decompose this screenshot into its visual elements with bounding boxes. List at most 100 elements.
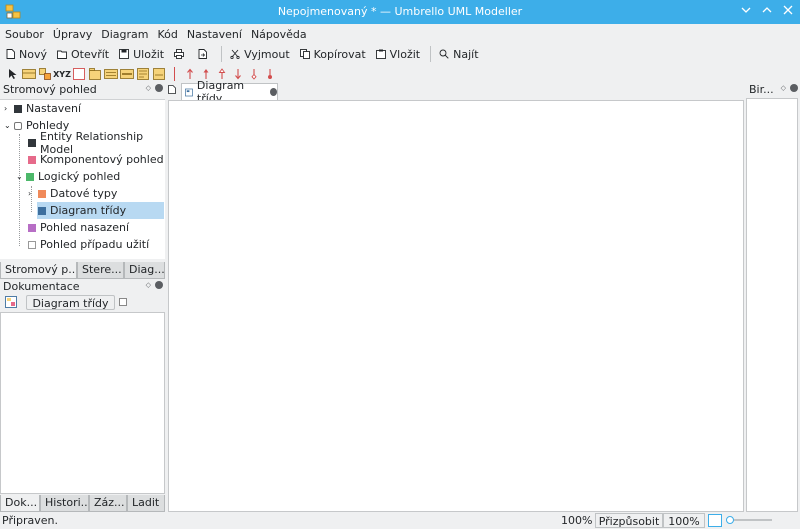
class-icon xyxy=(22,69,36,79)
tab-list-icon[interactable] xyxy=(168,84,178,98)
class-diagram-icon xyxy=(38,206,46,215)
menu-settings[interactable]: Nastavení xyxy=(186,24,247,44)
node-tool-button[interactable] xyxy=(135,66,151,82)
open-button[interactable]: Otevřít xyxy=(57,48,109,61)
diagram-toolbar: XYZ xyxy=(0,65,800,83)
copy-label: Kopírovat xyxy=(313,47,366,61)
find-button[interactable]: Najít xyxy=(439,47,479,61)
enum-tool-button[interactable] xyxy=(71,66,87,82)
tree-item-label: Komponentový pohled xyxy=(40,153,164,166)
cut-button[interactable]: Vyjmout xyxy=(230,48,290,61)
fit-button[interactable]: Přizpůsobit xyxy=(595,513,663,528)
zoom-slider-handle[interactable] xyxy=(726,516,734,524)
tree-item-settings[interactable]: › Nastavení xyxy=(4,100,164,117)
entity-tool-button[interactable] xyxy=(151,66,167,82)
doc-diagram-icon xyxy=(5,296,17,311)
window-title: Nepojmenovaný * — Umbrello UML Modeller xyxy=(277,5,523,18)
tab-documentation[interactable]: Dok... xyxy=(0,495,40,512)
package-tool-button[interactable] xyxy=(87,66,103,82)
new-button[interactable]: Nový xyxy=(6,48,47,61)
close-icon xyxy=(783,5,793,15)
select-tool-button[interactable] xyxy=(5,66,21,82)
float-panel-icon[interactable]: ◇ xyxy=(146,84,151,92)
bird-view-panel[interactable] xyxy=(746,98,798,512)
close-panel-icon[interactable] xyxy=(155,84,163,92)
tree-item-label: Datové typy xyxy=(50,187,118,200)
tab-log[interactable]: Záz... xyxy=(89,495,127,512)
save-button[interactable]: Uložit xyxy=(119,48,164,61)
tab-class-diagram[interactable]: Diagram třídy xyxy=(181,79,278,105)
toolbar-separator xyxy=(430,46,432,62)
class-tool-button[interactable] xyxy=(21,66,37,82)
doc-panel-header: Dokumentace ◇ xyxy=(0,280,165,296)
diagram-toolbar-separator xyxy=(174,67,175,81)
maximize-button[interactable] xyxy=(758,3,776,21)
association-tool-button[interactable] xyxy=(182,66,198,82)
tree-panel-tabs: Stromový p... Stere... Diag... xyxy=(0,262,165,279)
minimize-button[interactable] xyxy=(737,3,755,21)
enum-icon xyxy=(73,68,85,80)
float-panel-icon[interactable]: ◇ xyxy=(146,281,151,289)
paste-icon xyxy=(375,49,386,59)
collapse-arrow-icon[interactable]: ⌄ xyxy=(16,172,24,181)
menu-code[interactable]: Kód xyxy=(156,24,182,44)
paste-button[interactable]: Vložit xyxy=(375,48,420,61)
tree-item-deployment-view[interactable]: Pohled nasazení xyxy=(28,219,164,236)
tab-diagrams[interactable]: Diag... xyxy=(124,262,165,279)
tree-item-logical-view[interactable]: ⌄ Logický pohled xyxy=(16,168,164,185)
tree-item-class-diagram[interactable]: Diagram třídy xyxy=(37,202,164,219)
menu-file[interactable]: Soubor xyxy=(4,24,49,44)
doc-panel-title: Dokumentace xyxy=(3,280,80,293)
interface-tool-button[interactable] xyxy=(37,66,53,82)
menu-diagram[interactable]: Diagram xyxy=(100,24,153,44)
close-panel-icon[interactable] xyxy=(790,84,798,92)
tree-item-label: Pohled nasazení xyxy=(40,221,129,234)
artifact-tool-button[interactable] xyxy=(119,66,135,82)
new-document-icon xyxy=(6,49,15,59)
main-toolbar: Nový Otevřít Uložit Vyjmout Kopírovat Vl… xyxy=(0,44,800,64)
tab-stereotypes[interactable]: Stere... xyxy=(77,262,124,279)
find-label: Najít xyxy=(453,47,479,61)
collapse-arrow-icon[interactable]: ⌄ xyxy=(4,121,12,130)
new-label: Nový xyxy=(19,47,47,61)
search-icon xyxy=(439,49,449,59)
doc-panel-tabs: Dok... Histori... Záz... Ladit xyxy=(0,495,165,512)
copy-button[interactable]: Kopírovat xyxy=(299,47,366,61)
tree-item-usecase-view[interactable]: Pohled případu užití xyxy=(28,236,164,253)
entity-icon xyxy=(153,68,165,80)
documentation-textarea[interactable] xyxy=(0,312,165,494)
zoom-toggle[interactable] xyxy=(708,514,722,527)
menu-edit[interactable]: Úpravy xyxy=(52,24,97,44)
cut-label: Vyjmout xyxy=(244,47,290,61)
close-panel-icon[interactable] xyxy=(155,281,163,289)
right-panel-title: Bir... xyxy=(749,83,774,96)
doc-diagram-button[interactable]: Diagram třídy xyxy=(26,295,115,310)
tree-item-component-view[interactable]: Komponentový pohled xyxy=(28,151,164,168)
datatypes-folder-icon xyxy=(38,189,46,198)
tab-history[interactable]: Histori... xyxy=(40,495,89,512)
zoom-level: 100% xyxy=(561,514,593,527)
zoom-100-button[interactable]: 100% xyxy=(663,513,705,528)
diagram-canvas[interactable] xyxy=(168,100,744,512)
expand-arrow-icon[interactable]: › xyxy=(28,189,36,198)
composition-tool-button[interactable] xyxy=(262,66,278,82)
datatype-tool-button[interactable]: XYZ xyxy=(53,66,71,82)
status-text: Připraven. xyxy=(2,514,59,527)
tree-item-label: Nastavení xyxy=(26,102,82,115)
tab-debug[interactable]: Ladit xyxy=(127,495,165,512)
right-panel-header: Bir... ◇ xyxy=(746,83,800,99)
float-panel-icon[interactable]: ◇ xyxy=(781,84,786,92)
print-button[interactable] xyxy=(174,49,188,59)
tree-item-datatypes[interactable]: › Datové typy xyxy=(28,185,164,202)
tree-item-er-model[interactable]: Entity Relationship Model xyxy=(28,130,164,156)
export-button[interactable] xyxy=(198,49,211,59)
component-tool-button[interactable] xyxy=(103,66,119,82)
close-tab-icon[interactable] xyxy=(269,88,277,96)
doc-checkbox[interactable] xyxy=(119,298,127,306)
tab-tree-view[interactable]: Stromový p... xyxy=(0,262,77,279)
export-document-icon xyxy=(198,49,208,59)
status-bar: Připraven. 100% Přizpůsobit 100% xyxy=(0,512,800,529)
close-button[interactable] xyxy=(779,3,797,21)
menu-help[interactable]: Nápověda xyxy=(250,24,312,44)
expand-arrow-icon[interactable]: › xyxy=(4,104,12,113)
